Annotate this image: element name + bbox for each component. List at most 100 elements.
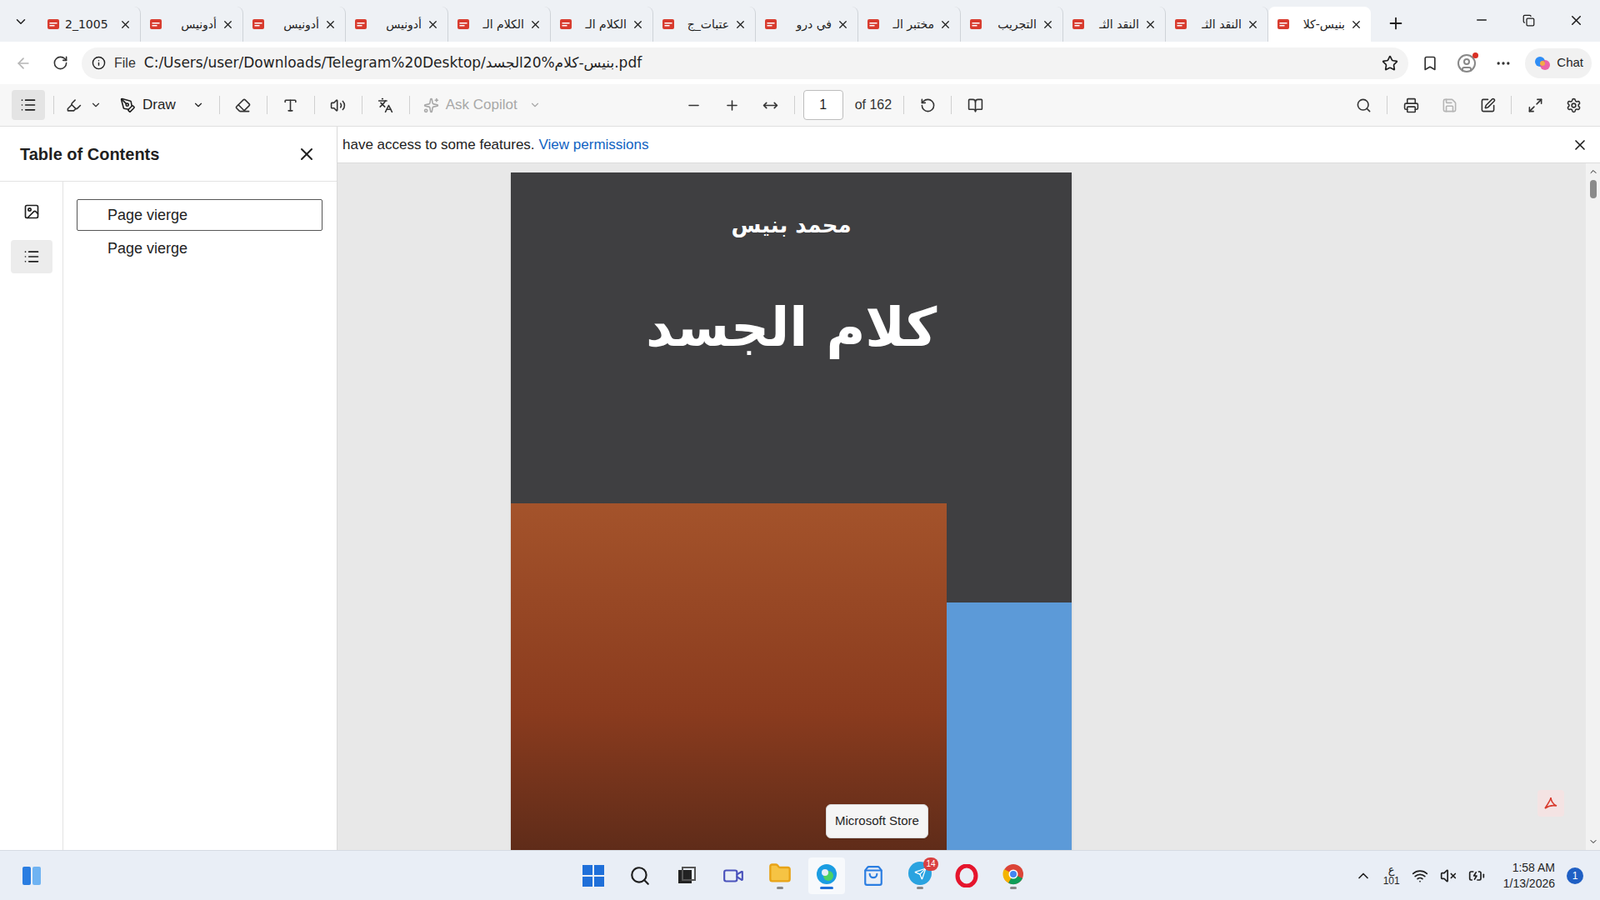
browser-tab[interactable]: 2_1005 bbox=[38, 6, 141, 42]
zoom-out-button[interactable] bbox=[679, 90, 710, 120]
acrobat-button[interactable] bbox=[1537, 790, 1565, 817]
search-taskbar-button[interactable] bbox=[621, 857, 659, 895]
close-tab-icon[interactable] bbox=[324, 18, 337, 31]
chat-button[interactable]: Chat bbox=[1525, 48, 1592, 79]
widgets-button[interactable] bbox=[16, 860, 47, 891]
clock[interactable]: 1:58 AM1/13/2026 bbox=[1503, 860, 1555, 890]
close-tab-icon[interactable] bbox=[1350, 18, 1363, 31]
text-box-button[interactable] bbox=[275, 90, 306, 120]
close-tab-icon[interactable] bbox=[119, 18, 132, 31]
browser-tab[interactable]: الكلام الـ bbox=[448, 6, 551, 42]
save-as-icon bbox=[1480, 97, 1496, 114]
close-window-button[interactable] bbox=[1552, 12, 1600, 29]
close-tab-icon[interactable] bbox=[1246, 18, 1260, 31]
close-tab-icon[interactable] bbox=[426, 18, 440, 31]
save-button[interactable] bbox=[1434, 90, 1465, 120]
outline-item[interactable]: Page vierge bbox=[76, 232, 323, 265]
page-number-field[interactable]: 1 bbox=[803, 90, 844, 120]
refresh-button[interactable] bbox=[45, 48, 75, 79]
browser-tab[interactable]: عتبات_ج bbox=[653, 6, 756, 42]
browser-tab[interactable]: أدونيس bbox=[243, 6, 346, 42]
fit-width-button[interactable] bbox=[755, 90, 786, 120]
back-button[interactable] bbox=[8, 48, 39, 79]
close-sidebar-icon[interactable] bbox=[296, 144, 317, 165]
volume-muted-icon[interactable] bbox=[1440, 867, 1457, 885]
favorite-star-icon[interactable] bbox=[1381, 55, 1399, 72]
sidebar-title: Table of Contents bbox=[20, 141, 160, 167]
page-view-button[interactable] bbox=[960, 90, 990, 120]
search-button[interactable] bbox=[1348, 90, 1379, 120]
close-tab-icon[interactable] bbox=[631, 18, 645, 31]
minimize-button[interactable] bbox=[1457, 12, 1505, 28]
wifi-icon[interactable] bbox=[1411, 867, 1429, 885]
browser-tab[interactable]: النقد الثـ bbox=[1063, 6, 1166, 42]
highlight-button[interactable] bbox=[62, 90, 105, 120]
browser-tab[interactable]: الكلام الـ bbox=[550, 6, 654, 42]
save-as-button[interactable] bbox=[1472, 90, 1503, 120]
close-tab-icon[interactable] bbox=[939, 18, 952, 31]
browser-tab[interactable]: النقد الثـ bbox=[1165, 6, 1269, 42]
ask-copilot-button[interactable]: Ask Copilot bbox=[418, 90, 546, 120]
close-tab-icon[interactable] bbox=[529, 18, 542, 31]
profile-button[interactable] bbox=[1451, 48, 1482, 79]
notification-badge[interactable]: 1 bbox=[1566, 867, 1584, 885]
browser-tab[interactable]: مختبر الـ bbox=[858, 6, 961, 42]
settings-button[interactable] bbox=[1558, 90, 1589, 120]
tab-strip: 2_1005أدونيسأدونيسأدونيسالكلام الـالكلام… bbox=[0, 0, 1600, 42]
close-tab-icon[interactable] bbox=[221, 18, 235, 31]
contents-toggle[interactable] bbox=[11, 90, 45, 120]
tab-actions-button[interactable] bbox=[6, 5, 35, 39]
fullscreen-button[interactable] bbox=[1520, 90, 1550, 120]
browser-tab[interactable]: بنيس-كلا bbox=[1268, 6, 1371, 42]
language-indicator[interactable]: ع101 bbox=[1383, 864, 1400, 887]
tab-label: أدونيس bbox=[167, 15, 217, 34]
store-button[interactable] bbox=[855, 857, 892, 895]
read-aloud-button[interactable] bbox=[323, 90, 354, 120]
close-notice-icon[interactable] bbox=[1571, 136, 1589, 154]
start-button[interactable] bbox=[575, 857, 612, 895]
scroll-thumb[interactable] bbox=[1590, 180, 1597, 199]
pdf-page: محمد بنيسكلام الجسد bbox=[510, 172, 1072, 850]
taskbar-apps: 14 bbox=[575, 850, 1032, 900]
print-button[interactable] bbox=[1395, 90, 1426, 120]
browser-tab[interactable]: التجريب bbox=[960, 6, 1064, 42]
close-tab-icon[interactable] bbox=[734, 18, 747, 31]
browser-tab[interactable]: أدونيس bbox=[140, 6, 244, 42]
show-hidden-icons-icon[interactable] bbox=[1355, 867, 1372, 885]
browser-tab[interactable]: أدونيس bbox=[345, 6, 449, 42]
more-button[interactable] bbox=[1488, 48, 1519, 79]
tab-label: عتبات_ج bbox=[680, 15, 730, 34]
highlighter-icon bbox=[65, 97, 82, 114]
draw-button[interactable]: Draw bbox=[113, 90, 211, 120]
close-tab-icon[interactable] bbox=[836, 18, 850, 31]
copilot-icon bbox=[423, 97, 440, 114]
rotate-button[interactable] bbox=[912, 90, 943, 120]
zoom-in-button[interactable] bbox=[717, 90, 748, 120]
opera-button[interactable] bbox=[948, 857, 985, 895]
address-bar[interactable]: FileC:/Users/user/Downloads/Telegram%20D… bbox=[81, 47, 1409, 80]
outline-item[interactable]: Page vierge bbox=[76, 199, 323, 231]
thumbnails-tab[interactable] bbox=[10, 195, 53, 229]
chrome-button[interactable] bbox=[995, 857, 1032, 895]
close-tab-icon[interactable] bbox=[1144, 18, 1157, 31]
translate-button[interactable] bbox=[370, 90, 401, 120]
task-view-button[interactable] bbox=[668, 857, 705, 895]
restore-button[interactable] bbox=[1505, 14, 1553, 27]
new-tab-button[interactable] bbox=[1380, 6, 1411, 40]
favorites-button[interactable] bbox=[1415, 48, 1445, 79]
close-tab-icon[interactable] bbox=[1041, 18, 1055, 31]
erase-button[interactable] bbox=[228, 90, 259, 120]
battery-icon[interactable] bbox=[1468, 867, 1485, 885]
chevron-down-icon bbox=[90, 99, 102, 111]
edge-button[interactable] bbox=[808, 857, 845, 895]
cover-painting bbox=[510, 503, 947, 850]
scrollbar[interactable] bbox=[1585, 163, 1600, 850]
outline-tab[interactable] bbox=[10, 240, 53, 274]
tab-label: أدونيس bbox=[270, 15, 320, 34]
telegram-button[interactable]: 14 bbox=[901, 857, 939, 895]
browser-tab[interactable]: في درو bbox=[755, 6, 859, 42]
telegram-icon bbox=[914, 867, 927, 880]
file-explorer-button[interactable] bbox=[761, 857, 799, 895]
meet-button[interactable] bbox=[715, 857, 752, 895]
view-permissions-link[interactable]: View permissions bbox=[539, 134, 650, 156]
